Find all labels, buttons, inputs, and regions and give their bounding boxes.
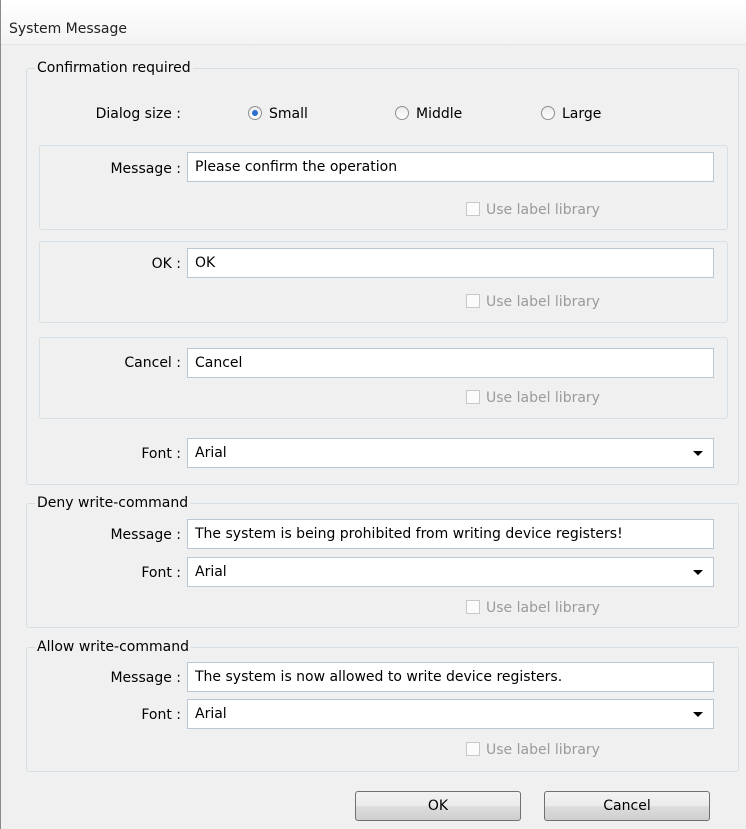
- checkbox-box: [466, 390, 480, 404]
- deny-write-legend: Deny write-command: [35, 494, 191, 512]
- ok-text-input[interactable]: OK: [187, 248, 714, 278]
- allow-write-legend: Allow write-command: [35, 638, 191, 656]
- title-bar: System Message: [1, 0, 746, 45]
- size-small-radio-circle: [248, 106, 262, 120]
- chevron-down-icon: [693, 451, 703, 456]
- use-label-library-text: Use label library: [486, 390, 600, 406]
- size-middle-radio-circle: [395, 106, 409, 120]
- allow-message-input[interactable]: The system is now allowed to write devic…: [187, 662, 714, 692]
- window-title: System Message: [9, 21, 128, 37]
- cancel-text-input[interactable]: Cancel: [187, 348, 714, 378]
- use-label-library-text: Use label library: [486, 294, 600, 310]
- confirmation-legend: Confirmation required: [35, 59, 193, 77]
- allow-font-select[interactable]: Arial: [187, 699, 714, 729]
- deny-font-label: Font :: [141, 565, 181, 581]
- deny-font-select[interactable]: Arial: [187, 557, 714, 587]
- size-large-label: Large: [562, 106, 602, 122]
- confirm-message-input[interactable]: Please confirm the operation: [187, 152, 714, 182]
- deny-message-input[interactable]: The system is being prohibited from writ…: [187, 519, 714, 549]
- checkbox-box: [466, 202, 480, 216]
- use-label-library-text: Use label library: [486, 742, 600, 758]
- checkbox-box: [466, 600, 480, 614]
- size-small-label: Small: [269, 106, 308, 122]
- confirm-font-select[interactable]: Arial: [187, 438, 714, 468]
- use-label-library-text: Use label library: [486, 202, 600, 218]
- confirm-message-label: Message :: [110, 161, 181, 177]
- confirm-font-label: Font :: [141, 446, 181, 462]
- size-large-radio-circle: [541, 106, 555, 120]
- ok-button[interactable]: OK: [355, 791, 521, 821]
- allow-font-value: Arial: [195, 706, 227, 722]
- system-message-dialog: System Message Confirmation required Dia…: [0, 0, 746, 829]
- cancel-text-label: Cancel :: [124, 355, 181, 371]
- cancel-button[interactable]: Cancel: [544, 791, 710, 821]
- allow-font-label: Font :: [141, 707, 181, 723]
- chevron-down-icon: [693, 712, 703, 717]
- size-middle-label: Middle: [416, 106, 463, 122]
- allow-message-label: Message :: [110, 670, 181, 686]
- confirm-font-value: Arial: [195, 445, 227, 461]
- checkbox-box: [466, 294, 480, 308]
- deny-font-value: Arial: [195, 564, 227, 580]
- chevron-down-icon: [693, 570, 703, 575]
- use-label-library-text: Use label library: [486, 600, 600, 616]
- checkbox-box: [466, 742, 480, 756]
- dialog-size-label: Dialog size :: [95, 106, 181, 122]
- ok-text-label: OK :: [151, 256, 181, 272]
- deny-message-label: Message :: [110, 527, 181, 543]
